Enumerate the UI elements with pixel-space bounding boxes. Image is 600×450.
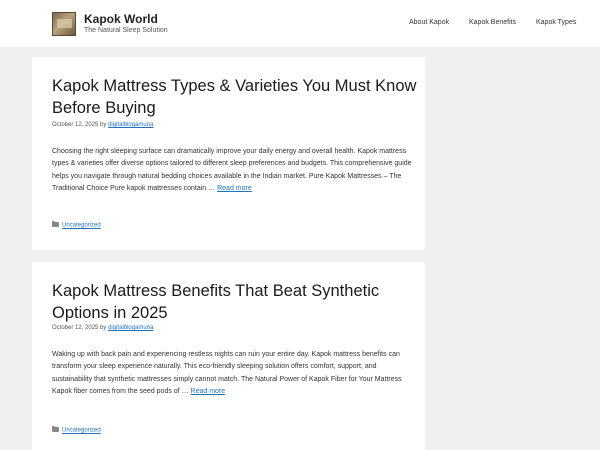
post-meta: October 12, 2025 by digitalblogamuna <box>52 325 153 331</box>
nav-item-kapok-benefits[interactable]: Kapok Benefits <box>469 19 516 26</box>
post-title[interactable]: Kapok Mattress Benefits That Beat Synthe… <box>52 280 417 324</box>
site-tagline: The Natural Sleep Solution <box>84 27 168 34</box>
site-header: Kapok World The Natural Sleep Solution A… <box>0 0 600 47</box>
site-logo[interactable] <box>52 12 76 36</box>
post-by: by <box>100 325 107 331</box>
logo-image <box>57 19 72 28</box>
category-link[interactable]: Uncategorized <box>62 223 101 229</box>
read-more-link[interactable]: Read more <box>217 185 252 192</box>
nav-item-kapok-types[interactable]: Kapok Types <box>536 19 576 26</box>
post-excerpt: Waking up with back pain and experiencin… <box>52 349 412 398</box>
post-by: by <box>100 122 107 128</box>
post-author-link[interactable]: digitalblogamuna <box>108 325 153 331</box>
nav-item-about-kapok[interactable]: About Kapok <box>409 19 449 26</box>
post-category: Uncategorized <box>52 221 101 229</box>
post-card: Kapok Mattress Types & Varieties You Mus… <box>32 57 425 250</box>
folder-icon <box>52 426 59 432</box>
category-link[interactable]: Uncategorized <box>62 428 101 434</box>
post-excerpt: Choosing the right sleeping surface can … <box>52 146 412 195</box>
post-title[interactable]: Kapok Mattress Types & Varieties You Mus… <box>52 75 417 119</box>
post-date: October 12, 2025 <box>52 122 99 128</box>
post-category: Uncategorized <box>52 426 101 434</box>
read-more-link[interactable]: Read more <box>191 388 226 395</box>
post-card: Kapok Mattress Benefits That Beat Synthe… <box>32 262 425 450</box>
post-meta: October 12, 2025 by digitalblogamuna <box>52 122 153 128</box>
folder-icon <box>52 221 59 227</box>
post-excerpt-text: Waking up with back pain and experiencin… <box>52 351 402 395</box>
post-date: October 12, 2025 <box>52 325 99 331</box>
site-title[interactable]: Kapok World <box>84 12 158 26</box>
post-author-link[interactable]: digitalblogamuna <box>108 122 153 128</box>
